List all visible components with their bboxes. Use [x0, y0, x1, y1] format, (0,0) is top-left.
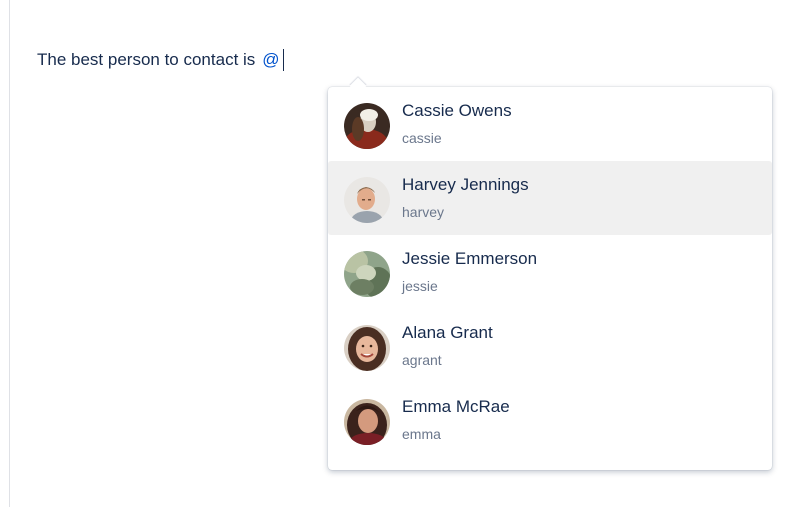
user-photo-icon: [344, 251, 390, 297]
user-username: emma: [402, 426, 441, 442]
user-photo-icon: [344, 103, 390, 149]
editor-text[interactable]: The best person to contact is: [37, 50, 255, 70]
mention-user-list: Cassie Owens cassie Harvey Jennings harv…: [328, 87, 772, 457]
user-name: Emma McRae: [402, 397, 510, 416]
user-photo-icon: [344, 399, 390, 445]
user-name: Jessie Emmerson: [402, 249, 538, 268]
avatar: [344, 251, 390, 297]
mention-dropdown: Cassie Owens cassie Harvey Jennings harv…: [328, 77, 772, 470]
user-photo-icon: [344, 177, 390, 223]
editor-line[interactable]: The best person to contact is @: [37, 49, 284, 71]
mention-option-emma[interactable]: Emma McRae emma: [328, 383, 772, 457]
avatar: [344, 399, 390, 445]
text-caret: [282, 49, 284, 71]
user-photo-icon: [344, 325, 390, 371]
user-name: Cassie Owens: [402, 101, 512, 120]
mention-trigger[interactable]: @: [262, 50, 279, 70]
avatar: [344, 177, 390, 223]
avatar: [344, 325, 390, 371]
avatar: [344, 103, 390, 149]
user-username: jessie: [402, 278, 438, 294]
user-name: Alana Grant: [402, 323, 493, 342]
user-username: harvey: [402, 204, 445, 220]
user-username: cassie: [402, 130, 442, 146]
mention-option-jessie[interactable]: Jessie Emmerson jessie: [328, 235, 772, 309]
user-username: agrant: [402, 352, 442, 368]
user-name: Harvey Jennings: [402, 175, 529, 194]
mention-option-alana[interactable]: Alana Grant agrant: [328, 309, 772, 383]
editor-left-border: [9, 0, 10, 507]
mention-option-harvey[interactable]: Harvey Jennings harvey: [328, 161, 772, 235]
mention-option-cassie[interactable]: Cassie Owens cassie: [328, 87, 772, 161]
